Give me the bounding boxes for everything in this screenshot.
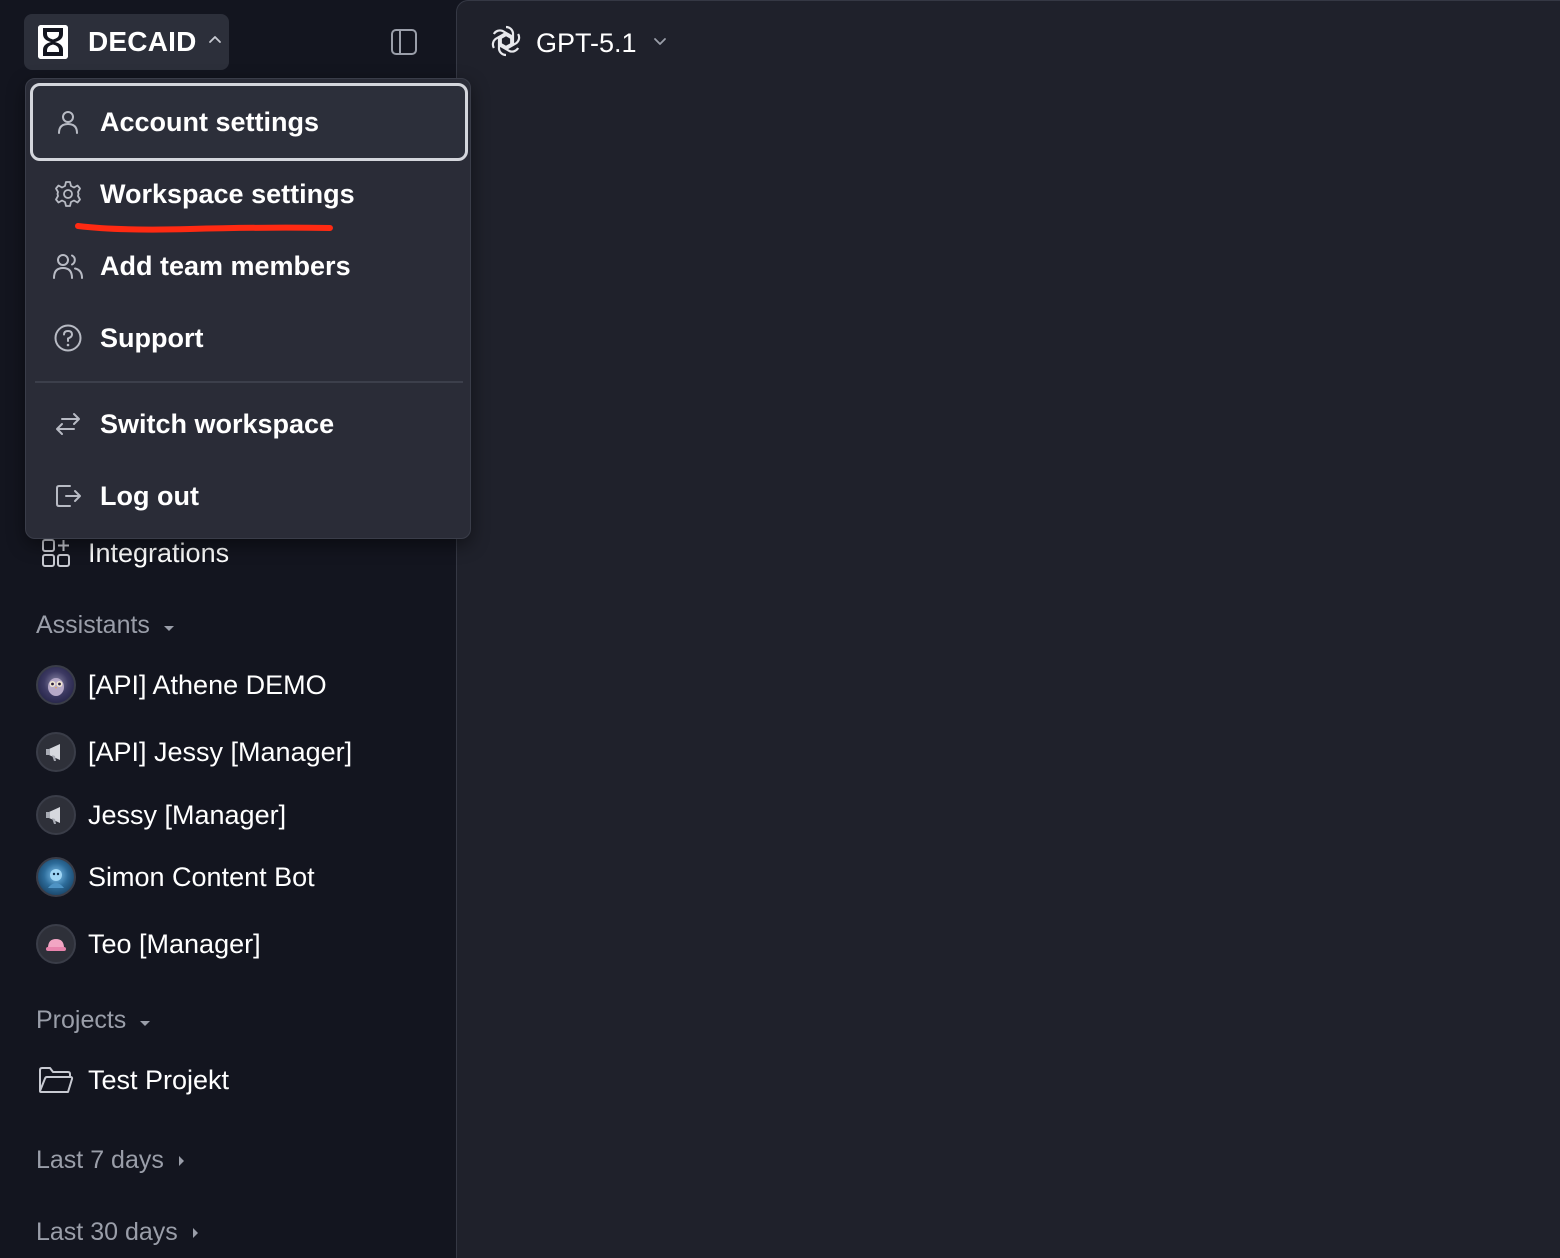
assistant-item[interactable]: [API] Jessy [Manager]	[36, 732, 352, 772]
history-section-title: Last 7 days	[36, 1146, 164, 1174]
menu-item-switch-workspace[interactable]: Switch workspace	[30, 385, 468, 463]
main-content	[456, 0, 1560, 1258]
menu-item-label: Switch workspace	[100, 408, 335, 439]
megaphone-avatar	[36, 732, 76, 772]
sidebar-item-label: Integrations	[88, 537, 230, 568]
workspace-switcher-button[interactable]: DECAID	[24, 14, 229, 70]
question-circle-icon	[52, 322, 84, 354]
folder-icon	[36, 1060, 76, 1100]
user-icon	[52, 106, 84, 138]
red-underline-annotation	[75, 223, 333, 233]
users-icon	[52, 250, 84, 282]
model-name: GPT-5.1	[536, 27, 637, 58]
assistant-label: [API] Athene DEMO	[88, 669, 327, 700]
menu-item-label: Log out	[100, 480, 199, 511]
pink-hat-avatar	[36, 924, 76, 964]
projects-section-toggle[interactable]: Projects	[36, 1006, 152, 1035]
history-last-7-days-toggle[interactable]: Last 7 days	[36, 1146, 186, 1175]
project-label: Test Projekt	[88, 1064, 230, 1095]
chevron-down-icon	[651, 32, 669, 55]
caret-right-icon	[190, 1218, 200, 1247]
assistant-item[interactable]: Teo [Manager]	[36, 924, 261, 964]
history-last-30-days-toggle[interactable]: Last 30 days	[36, 1218, 200, 1247]
menu-item-label: Account settings	[100, 106, 320, 137]
assistant-item[interactable]: Jessy [Manager]	[36, 795, 286, 835]
menu-item-support[interactable]: Support	[30, 299, 468, 377]
history-section-title: Last 30 days	[36, 1218, 178, 1246]
caret-right-icon	[176, 1146, 186, 1175]
menu-item-label: Support	[100, 322, 204, 353]
robot-avatar	[36, 857, 76, 897]
project-item[interactable]: Test Projekt	[36, 1060, 229, 1100]
menu-item-label: Add team members	[100, 250, 351, 281]
megaphone-avatar	[36, 795, 76, 835]
assistant-label: Simon Content Bot	[88, 861, 315, 892]
caret-down-icon	[138, 1006, 152, 1035]
assistant-item[interactable]: Simon Content Bot	[36, 857, 315, 897]
hourglass-logo-icon	[38, 25, 68, 59]
menu-divider	[35, 381, 463, 383]
assistant-label: Jessy [Manager]	[88, 799, 287, 830]
assistants-section-title: Assistants	[36, 611, 150, 639]
sidebar-item-integrations[interactable]: Integrations	[36, 533, 229, 573]
sidebar-panel-icon[interactable]	[386, 24, 422, 60]
projects-section-title: Projects	[36, 1006, 127, 1034]
chevron-up-icon	[207, 32, 223, 53]
logout-icon	[52, 480, 84, 512]
openai-logo-icon	[488, 23, 524, 64]
owl-avatar	[36, 665, 76, 705]
model-selector[interactable]: GPT-5.1	[488, 24, 669, 62]
caret-down-icon	[162, 611, 176, 640]
grid-plus-icon	[36, 533, 76, 573]
assistant-item[interactable]: [API] Athene DEMO	[36, 665, 327, 705]
assistant-label: Teo [Manager]	[88, 928, 261, 959]
switch-arrows-icon	[52, 408, 84, 440]
assistant-label: [API] Jessy [Manager]	[88, 736, 353, 767]
assistants-section-toggle[interactable]: Assistants	[36, 611, 176, 640]
menu-item-log-out[interactable]: Log out	[30, 457, 468, 535]
workspace-name: DECAID	[88, 26, 197, 57]
